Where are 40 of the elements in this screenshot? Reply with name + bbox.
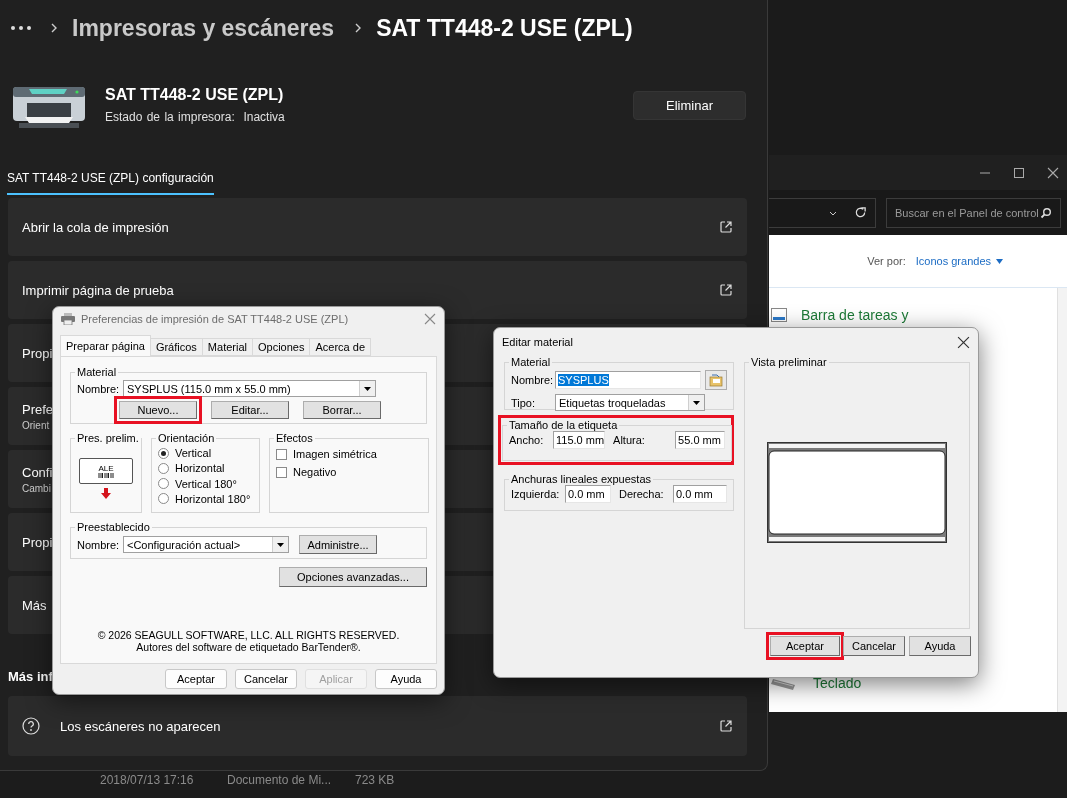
field-label: Nombre: — [77, 538, 119, 551]
group-label: Anchuras lineales expuestas — [510, 473, 653, 485]
card-title: Los escáneres no aparecen — [60, 718, 221, 734]
card-title: Prefe — [22, 401, 54, 417]
printer-status: Estado de la impresora: Inactiva — [105, 110, 285, 124]
group-label: Material — [510, 356, 552, 368]
card-title: Abrir la cola de impresión — [22, 219, 169, 235]
copyright-text: © 2026 SEAGULL SOFTWARE, LLC. ALL RIGHTS RESERVED. — [97, 629, 400, 641]
field-label: Altura: — [613, 434, 646, 446]
field-label: Nombre: — [77, 382, 119, 395]
size-cell-text: 723 KB — [355, 773, 396, 787]
card-title: Propi — [22, 534, 53, 550]
group-label: Preestablecido — [76, 521, 151, 533]
field-label: Ancho: — [509, 434, 545, 446]
group-label: Vista preliminar — [750, 356, 828, 368]
group-label: Pres. prelim. — [76, 432, 140, 444]
name-value: SYSPLUS — [558, 374, 609, 386]
type-cell-text: Documento de Mi... — [227, 773, 333, 787]
card-title: Imprimir página de prueba — [22, 282, 174, 298]
field-label: Tipo: — [511, 396, 537, 409]
group-label: Orientación — [157, 432, 216, 444]
group-label: Tamaño de la etiqueta — [508, 419, 619, 431]
date-cell-text: 2018/07/13 17:16 — [100, 773, 195, 787]
card-title: Más — [22, 597, 47, 613]
card-subtitle: Cambi — [22, 482, 51, 494]
view-by-label: Ver por: — [867, 255, 906, 267]
section-heading: Más inf — [8, 669, 53, 684]
card-title: Propi — [22, 345, 53, 361]
printer-name: SAT TT448-2 USE (ZPL) — [105, 86, 285, 104]
breadcrumb-item: SAT TT448-2 USE (ZPL) — [376, 14, 633, 42]
field-label: Nombre: — [511, 374, 551, 386]
field-label: Derecha: — [619, 488, 665, 500]
card-title: Confi — [22, 464, 53, 480]
field-label: Izquierda: — [511, 488, 561, 500]
copyright-text: Autores del software de etiquetado BarTender®. — [136, 641, 361, 653]
group-label: Efectos — [275, 432, 314, 444]
group-label: Material — [76, 366, 118, 378]
preview-text: ALE — [98, 464, 114, 473]
card-subtitle: Orient — [22, 419, 50, 431]
dialog-title: Editar material — [502, 336, 573, 348]
